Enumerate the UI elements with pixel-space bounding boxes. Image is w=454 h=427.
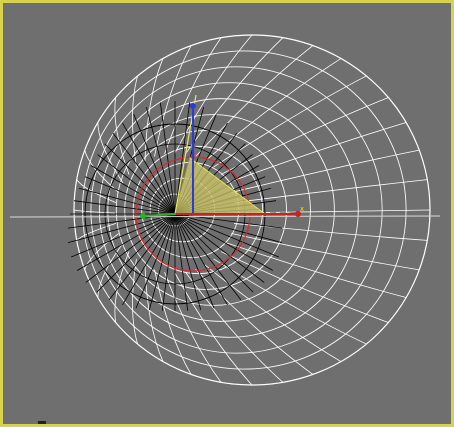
sphere-meridian xyxy=(234,209,431,214)
sphere-meridian xyxy=(204,58,342,162)
fan-spoke xyxy=(174,213,254,293)
scene-canvas[interactable] xyxy=(0,0,454,427)
sphere-meridian xyxy=(97,122,124,184)
fan-spoke xyxy=(122,122,176,215)
bottom-marker xyxy=(38,421,46,424)
fan-spoke xyxy=(174,213,228,306)
fan-spoke xyxy=(104,143,176,215)
fan-spoke xyxy=(174,213,282,244)
fan-spoke xyxy=(145,107,176,215)
sphere-meridian xyxy=(226,122,407,184)
sphere-meridian xyxy=(213,258,367,345)
sphere-meridian xyxy=(73,209,116,214)
sphere-meridian xyxy=(174,34,253,154)
fan-spoke xyxy=(68,213,176,244)
sphere-meridian xyxy=(231,233,420,271)
sphere-meridian xyxy=(220,251,389,323)
axis-z-handle xyxy=(190,103,196,109)
axis-x-label: x xyxy=(300,205,305,213)
sphere-meridian xyxy=(174,272,253,386)
axis-y-handle xyxy=(140,213,146,219)
